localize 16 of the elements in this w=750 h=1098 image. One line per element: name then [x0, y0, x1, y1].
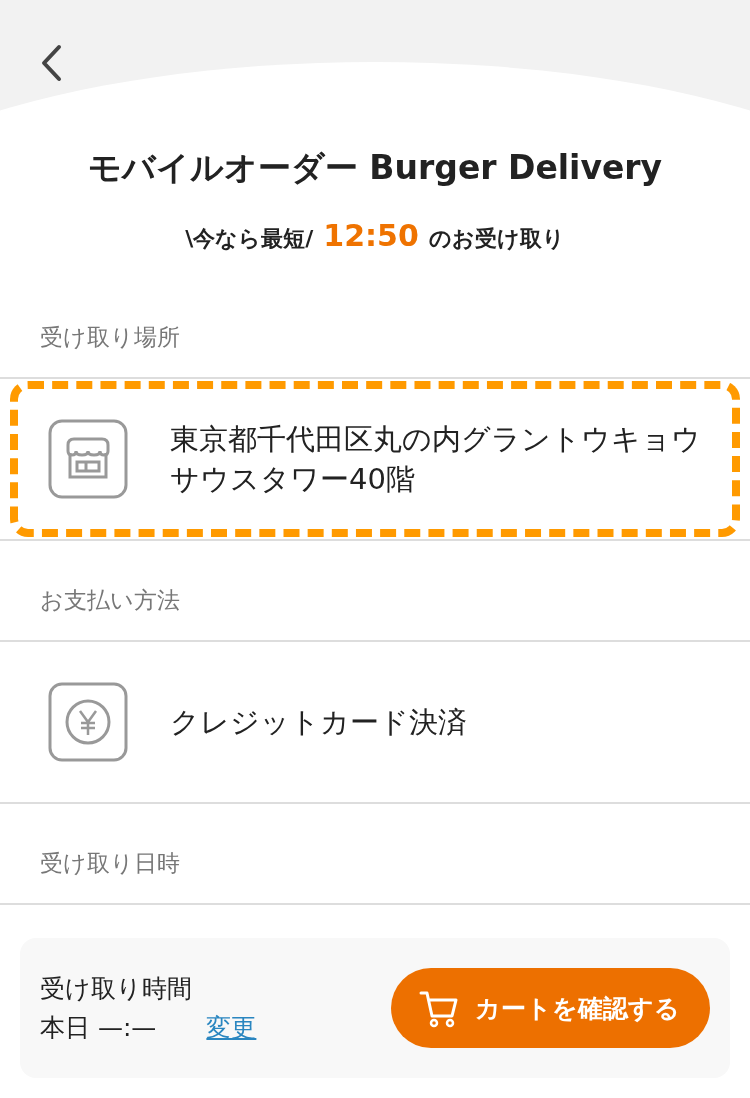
- section-label: お支払い方法: [40, 587, 180, 613]
- lead-text: のお受け取り: [428, 225, 565, 253]
- cart-button[interactable]: カートを確認する: [391, 968, 710, 1048]
- section-label: 受け取り場所: [40, 324, 180, 350]
- change-link[interactable]: 変更: [206, 1011, 257, 1044]
- section-label: 受け取り日時: [40, 850, 180, 876]
- option-row[interactable]: クレジットカード決済: [10, 644, 740, 800]
- storefront-icon: [48, 419, 128, 499]
- lead-text: \今なら最短/: [185, 225, 314, 253]
- yen-icon: [48, 682, 128, 762]
- pickup-time-label: 受け取り時間: [40, 973, 193, 1005]
- pickup-time-value: 本日 —:—: [40, 1012, 157, 1044]
- page-title: モバイルオーダー Burger Delivery: [86, 147, 664, 189]
- pickup-time: 12:50: [323, 218, 419, 253]
- option-value: 東京都千代田区丸の内グラントウキョウサウスタワー40階: [170, 421, 702, 498]
- option-value: クレジットカード決済: [170, 704, 467, 741]
